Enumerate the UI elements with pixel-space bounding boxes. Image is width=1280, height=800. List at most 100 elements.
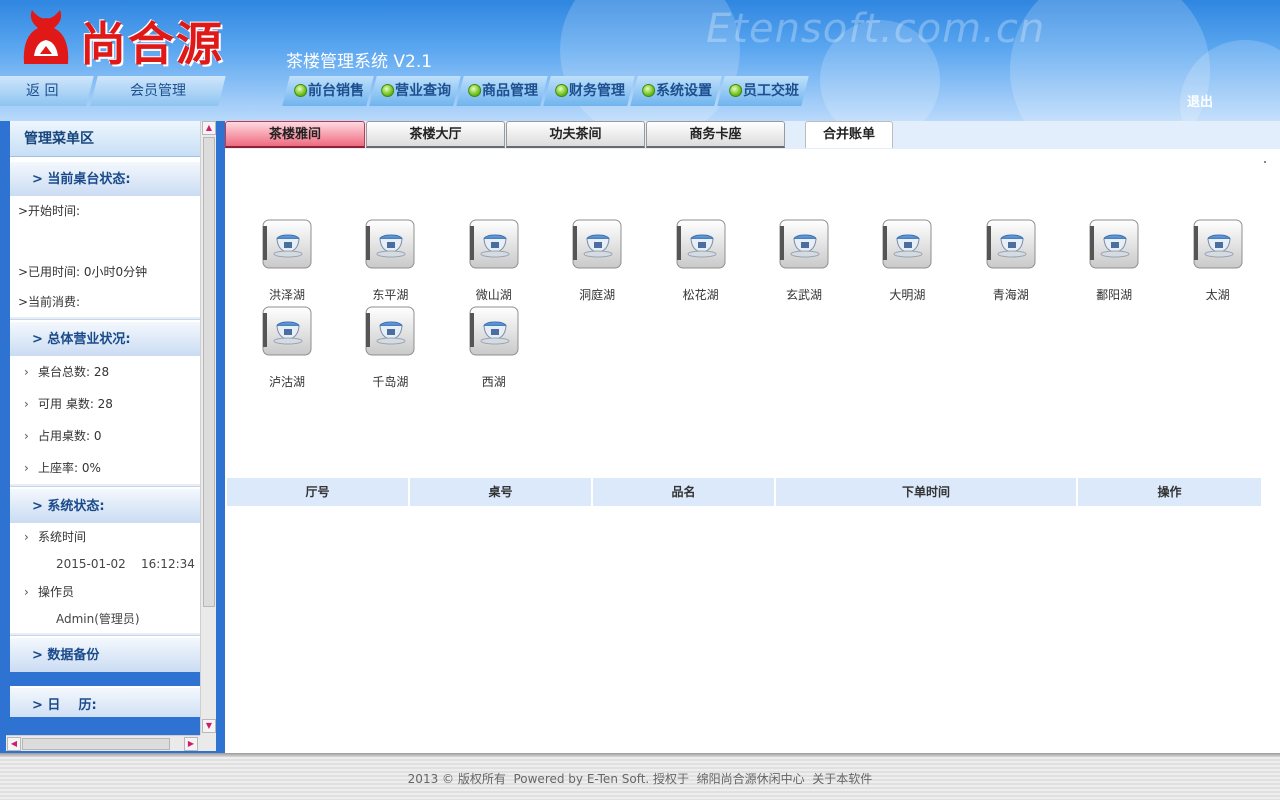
green-dot-icon (468, 84, 482, 97)
tea-cup-icon (345, 305, 435, 360)
app-header: 尚合源 茶楼管理系统 V2.1 Etensoft.com.cn 返 回 会员管理… (0, 0, 1280, 121)
top-nav: 返 回 会员管理 前台销售 营业查询 商品管理 财务管理 系统设置 员工交班 (0, 76, 860, 106)
available-tables-row: › 可用 桌数: 28 (10, 388, 200, 420)
menu-label: 员工交班 (743, 83, 799, 99)
data-backup-heading[interactable]: > 数据备份 (10, 636, 200, 672)
column-hall-no: 厅号 (227, 478, 410, 506)
tea-table-item[interactable]: 洪泽湖 (242, 218, 332, 303)
business-status-heading[interactable]: > 总体营业状况: (10, 320, 200, 356)
scroll-thumb[interactable] (203, 137, 215, 607)
chevron-right-icon: › (24, 530, 29, 544)
tea-table-item[interactable]: 松花湖 (656, 218, 746, 303)
table-name: 西湖 (481, 375, 506, 389)
green-dot-icon (555, 84, 569, 97)
column-action: 操作 (1078, 478, 1261, 506)
occupied-tables-value: 占用桌数: 0 (38, 429, 102, 443)
sidebar-horizontal-scrollbar[interactable]: ◀ ▶ (6, 735, 200, 751)
table-name: 青海湖 (992, 288, 1029, 302)
tea-table-item[interactable]: 太湖 (1173, 218, 1263, 303)
member-label: 会员管理 (130, 83, 186, 99)
system-title: 茶楼管理系统 V2.1 (286, 52, 433, 72)
column-order-time: 下单时间 (776, 478, 1078, 506)
tea-table-item[interactable]: 鄱阳湖 (1069, 218, 1159, 303)
chevron-right-icon: › (24, 365, 29, 379)
table-name: 洞庭湖 (579, 288, 616, 302)
tea-table-item[interactable]: 大明湖 (862, 218, 952, 303)
tea-table-item[interactable]: 泸沽湖 (242, 305, 332, 390)
green-dot-icon (381, 84, 395, 97)
tab-private-rooms[interactable]: 茶楼雅间 (225, 121, 365, 148)
logout-button[interactable]: 退出 (1187, 91, 1213, 110)
tea-table-item[interactable]: 青海湖 (966, 218, 1056, 303)
tea-table-item[interactable]: 西湖 (449, 305, 539, 390)
menu-label: 商品管理 (482, 83, 538, 99)
tea-cup-icon (449, 305, 539, 360)
scroll-right-icon[interactable]: ▶ (184, 737, 198, 751)
tea-table-item[interactable]: 玄武湖 (759, 218, 849, 303)
available-tables-value: 可用 桌数: 28 (38, 397, 113, 411)
menu-finance-management[interactable]: 财务管理 (543, 76, 635, 106)
tea-cup-icon (242, 218, 332, 273)
total-tables-value: 桌台总数: 28 (38, 365, 110, 379)
table-name: 东平湖 (372, 288, 409, 302)
tab-business-booths[interactable]: 商务卡座 (646, 121, 785, 148)
tea-table-item[interactable]: 千岛湖 (345, 305, 435, 390)
chevron-right-icon: › (24, 461, 29, 475)
chevron-right-icon: › (24, 397, 29, 411)
column-item-name: 品名 (593, 478, 776, 506)
tea-table-item[interactable]: 微山湖 (449, 218, 539, 303)
table-name: 鄱阳湖 (1096, 288, 1133, 302)
tea-table-item[interactable]: 洞庭湖 (552, 218, 642, 303)
menu-label: 系统设置 (656, 83, 712, 99)
merge-bill-tab[interactable]: 合并账单 (805, 121, 893, 148)
start-time-label: >开始时间: (18, 204, 81, 218)
sidebar-vertical-scrollbar[interactable]: ▲ ▼ (200, 121, 216, 735)
tea-cup-icon (862, 218, 952, 273)
member-management-button[interactable]: 会员管理 (90, 76, 226, 106)
table-name: 千岛湖 (372, 375, 409, 389)
occupancy-rate-value: 上座率: 0% (38, 461, 101, 475)
footer: 2013 © 版权所有 Powered by E-Ten Soft. 授权于 绵… (0, 757, 1280, 800)
occupied-tables-row: › 占用桌数: 0 (10, 420, 200, 452)
menu-label: 营业查询 (395, 83, 451, 99)
green-dot-icon (294, 84, 308, 97)
chevron-right-icon: › (24, 429, 29, 443)
tea-cup-icon (449, 218, 539, 273)
room-tabs: 茶楼雅间 茶楼大厅 功夫茶间 商务卡座 合并账单 (225, 121, 1280, 149)
calendar-heading[interactable]: > 日 历: (10, 686, 200, 717)
chevron-right-icon: › (24, 585, 29, 599)
total-tables-row: › 桌台总数: 28 (10, 356, 200, 388)
scroll-left-icon[interactable]: ◀ (7, 737, 21, 751)
scroll-thumb[interactable] (22, 738, 170, 750)
tea-table-item[interactable]: 东平湖 (345, 218, 435, 303)
table-name: 微山湖 (475, 288, 512, 302)
system-status-heading[interactable]: > 系统状态: (10, 487, 200, 523)
table-name: 松花湖 (682, 288, 719, 302)
footer-text: 2013 © 版权所有 Powered by E-Ten Soft. 授权于 绵… (407, 772, 873, 786)
menu-system-settings[interactable]: 系统设置 (630, 76, 722, 106)
current-status-heading[interactable]: > 当前桌台状态: (10, 160, 200, 196)
sidebar-frame: 管理菜单区 > 当前桌台状态: >开始时间: >已用时间: 0小时0分钟 >当前… (0, 121, 225, 753)
column-table-no: 桌号 (410, 478, 593, 506)
scroll-down-icon[interactable]: ▼ (202, 719, 216, 733)
tab-main-hall[interactable]: 茶楼大厅 (366, 121, 505, 148)
watermark: Etensoft.com.cn (706, 6, 1046, 52)
green-dot-icon (729, 84, 743, 97)
main-area: 茶楼雅间 茶楼大厅 功夫茶间 商务卡座 合并账单 洪泽湖 东平湖 微山湖 洞庭湖 松花湖… (225, 121, 1280, 753)
tab-gongfu-tea-room[interactable]: 功夫茶间 (506, 121, 645, 148)
tea-cup-icon (552, 218, 642, 273)
order-table-header: 厅号 桌号 品名 下单时间 操作 (227, 478, 1261, 506)
operator-value: Admin(管理员) (56, 612, 140, 626)
section-gap (10, 672, 200, 686)
scroll-up-icon[interactable]: ▲ (202, 121, 216, 135)
sidebar-title: 管理菜单区 (10, 121, 200, 157)
menu-shift-handover[interactable]: 员工交班 (717, 76, 809, 106)
menu-product-management[interactable]: 商品管理 (456, 76, 548, 106)
menu-front-sales[interactable]: 前台销售 (282, 76, 374, 106)
logo-icon (23, 10, 69, 64)
tea-cup-icon (1069, 218, 1159, 273)
menu-business-query[interactable]: 营业查询 (369, 76, 461, 106)
back-button[interactable]: 返 回 (0, 76, 94, 106)
